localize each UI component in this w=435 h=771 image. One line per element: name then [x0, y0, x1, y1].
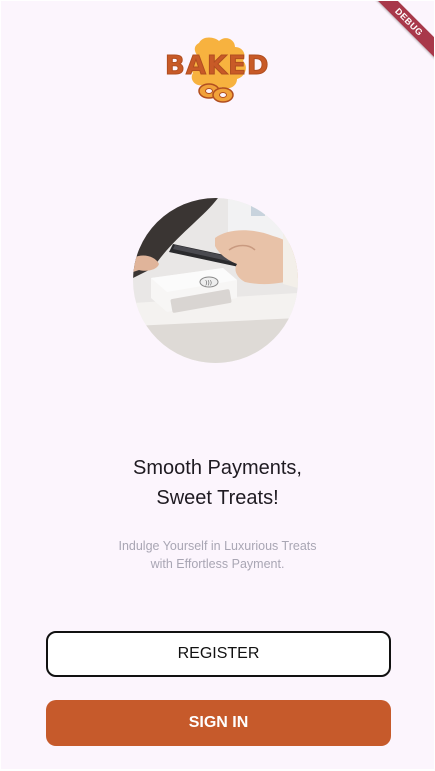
payment-illustration: ))) [133, 198, 298, 363]
headline: Smooth Payments, Sweet Treats! [1, 453, 434, 513]
subtitle-line-1: Indulge Yourself in Luxurious Treats [118, 539, 317, 553]
headline-line-1: Smooth Payments, [133, 457, 302, 479]
subtitle: Indulge Yourself in Luxurious Treats wit… [1, 537, 434, 573]
contactless-payment-icon: ))) [133, 198, 298, 363]
debug-banner: DEBUG [365, 1, 434, 66]
subtitle-line-2: with Effortless Payment. [150, 557, 285, 571]
logo-wordmark: BAKED [165, 51, 270, 82]
welcome-screen: DEBUG BAKED))) Smooth Payments, Sweet T… [1, 1, 434, 769]
register-button[interactable]: REGISTER [46, 631, 391, 677]
sign-in-button[interactable]: SIGN IN [46, 700, 391, 746]
svg-text:))): ))) [205, 280, 212, 287]
headline-line-2: Sweet Treats! [156, 487, 279, 509]
baked-logo: BAKED [165, 33, 269, 107]
